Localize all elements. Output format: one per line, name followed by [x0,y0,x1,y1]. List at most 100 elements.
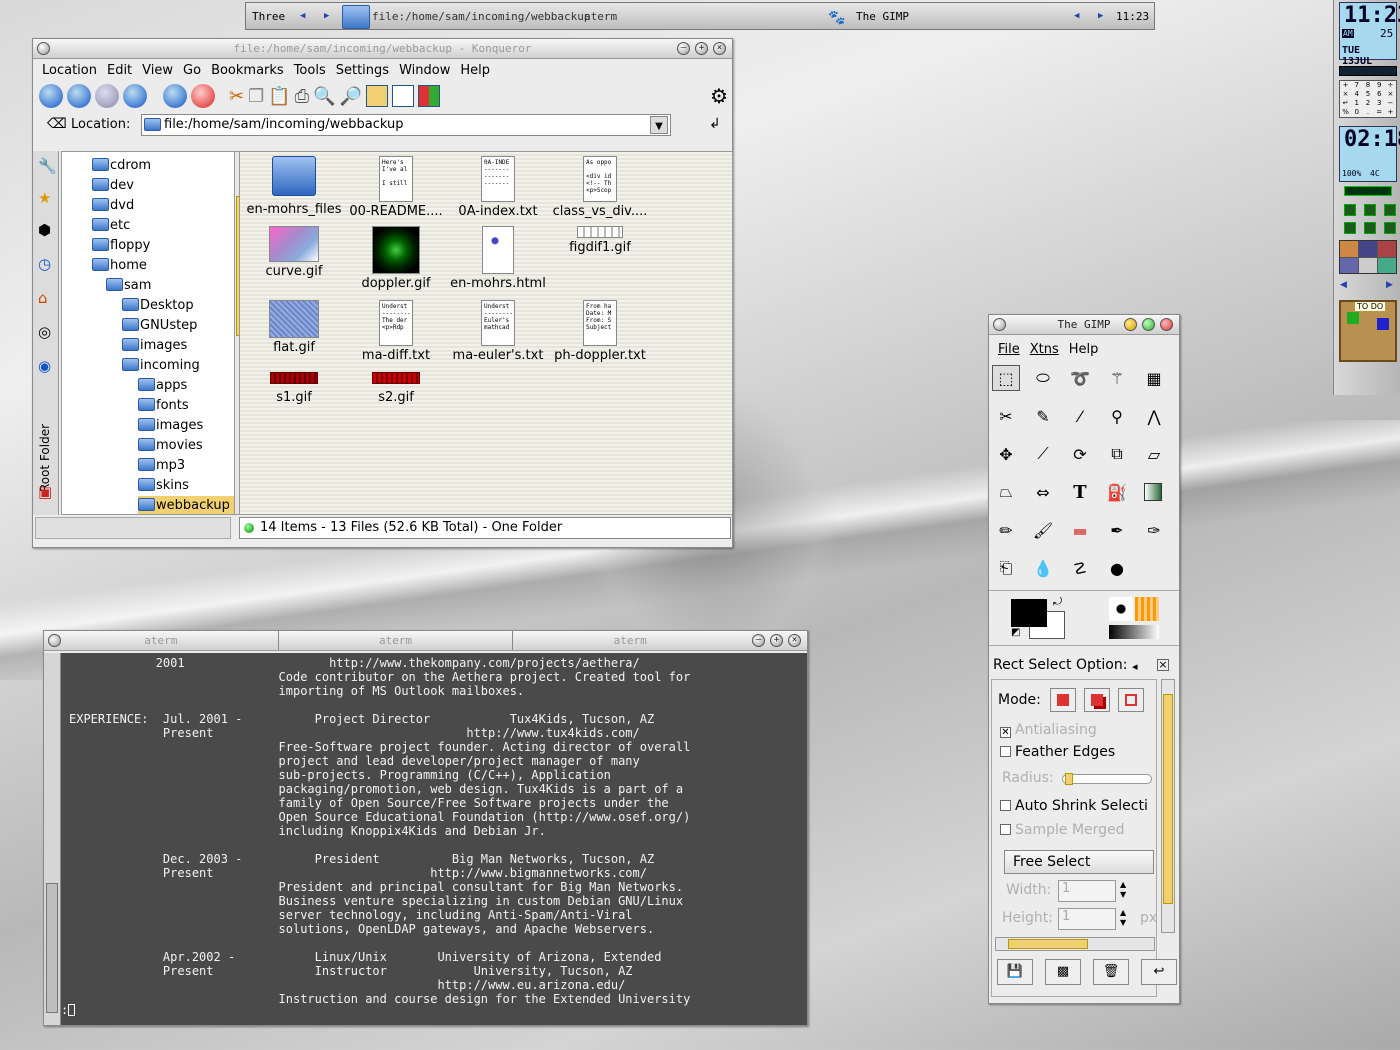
rotate-tool-icon[interactable]: ⟳ [1066,441,1094,467]
pattern-preview-icon[interactable] [1135,597,1159,621]
location-dropdown-icon[interactable]: ▼ [650,116,668,134]
bookmarks-star-icon[interactable]: ★ [38,189,51,207]
paste-icon[interactable]: 📋 [268,86,290,107]
gimp-menu-xtns[interactable]: Xtns [1030,342,1059,357]
smudge-tool-icon[interactable]: ☡ [1066,555,1094,581]
bucket-fill-tool-icon[interactable]: ⛽ [1103,479,1131,505]
gimp-titlebar[interactable]: The GIMP [989,315,1179,335]
desktop-name[interactable]: Three [252,10,285,23]
launcher-next-icon[interactable]: ▶ [1386,280,1393,290]
tree-item-movies[interactable]: movies [156,438,203,453]
airbrush-tool-icon[interactable]: ✒ [1103,517,1131,543]
dock-toggle-button[interactable] [1384,222,1396,234]
tree-item-gnustep[interactable]: GNUstep [140,318,197,333]
print-icon[interactable]: ⎙ [295,86,309,107]
launcher-icon[interactable] [1359,257,1377,273]
go-enter-icon[interactable]: ↲ [709,116,721,132]
ink-tool-icon[interactable]: ✑ [1140,517,1168,543]
dock-toggle-button[interactable] [1344,204,1356,216]
swap-colors-icon[interactable]: ⤾ [1053,595,1062,609]
file-item[interactable]: From ha Date: M From: S Subject ph-doppl… [548,300,652,363]
options-scrollbar-thumb[interactable] [1163,694,1173,904]
file-item[interactable]: 0A-INDE ------- ------- ------- 0A-index… [446,156,550,219]
launcher-icon[interactable] [1340,241,1358,257]
file-item[interactable]: Here's I've al I still 00-README.... [344,156,448,219]
menu-window[interactable]: Window [399,63,450,78]
file-item[interactable]: flat.gif [242,300,346,355]
maximize-icon[interactable]: + [770,634,783,647]
folder-task-icon[interactable] [342,5,370,29]
menu-settings[interactable]: Settings [336,63,389,78]
stop-icon[interactable] [191,84,215,108]
services-icon[interactable]: 🔧 [38,157,57,175]
home-folder-icon[interactable]: ⌂ [38,289,48,307]
launcher-prev-icon[interactable]: ◀ [1340,280,1347,290]
task-aterm[interactable]: aterm [584,10,617,23]
flip-tool-icon[interactable]: ⇔ [1029,479,1057,505]
tree-item-incoming[interactable]: incoming [140,358,200,373]
gradient-preview[interactable] [1109,625,1159,639]
options-menu-icon[interactable]: ◂ [1132,660,1138,673]
radius-slider-handle[interactable] [1065,773,1073,785]
terminal-scrollbar-thumb[interactable] [46,883,58,1013]
maximize-icon[interactable] [1142,318,1155,331]
clear-location-icon[interactable]: ⌫ [47,116,67,132]
prev-desktop-arrow-icon[interactable]: ◀ [300,11,305,21]
aterm-tab-1[interactable]: aterm [44,631,279,650]
menu-location[interactable]: Location [42,63,97,78]
cut-icon[interactable]: ✂ [229,86,244,107]
brush-pattern-gradient-area[interactable] [1109,597,1159,641]
fuzzy-select-wand-tool-icon[interactable]: ⚚ [1103,365,1131,391]
file-item[interactable]: en-mohrs_files [242,156,346,217]
options-hscrollbar[interactable] [995,937,1155,951]
file-item[interactable]: doppler.gif [344,226,448,291]
tree-item-images[interactable]: images [140,338,187,353]
up-arrow-icon[interactable] [39,84,63,108]
auto-shrink-checkbox[interactable]: Auto Shrink Selecti [1000,798,1148,814]
color-picker-tool-icon[interactable]: ⁄ [1066,403,1094,429]
devices-icon[interactable]: ⬢ [38,221,51,239]
menu-tools[interactable]: Tools [294,63,326,78]
task-next-arrow-icon[interactable]: ▶ [1098,11,1103,21]
file-item[interactable]: As oppo <div id <!-- Th <p>Scop class_vs… [548,156,652,219]
todo-dockapp[interactable]: TO DO [1339,300,1397,362]
tree-item-mp3[interactable]: mp3 [156,458,185,473]
window-menu-icon[interactable] [37,42,50,55]
gimp-menu-help[interactable]: Help [1069,342,1099,357]
magnify-tool-icon[interactable]: ⚲ [1103,403,1131,429]
measure-tool-icon[interactable]: ⋀ [1140,403,1168,429]
reset-options-icon[interactable]: ↩ [1141,959,1177,985]
height-input[interactable]: 1 [1058,908,1116,930]
minimize-icon[interactable] [1124,318,1137,331]
close-icon[interactable]: × [788,634,801,647]
eraser-tool-icon[interactable]: ▬ [1066,517,1094,543]
text-tool-icon[interactable]: T [1066,479,1094,505]
aterm-titlebar[interactable]: aterm aterm aterm – + × [44,631,807,651]
file-item[interactable]: en-mohrs.html [446,226,550,291]
menu-go[interactable]: Go [183,63,201,78]
reload-icon[interactable] [163,84,187,108]
width-input[interactable]: 1 [1058,880,1116,902]
terminal-scrollbar[interactable] [44,653,61,1025]
gimp-menu-file[interactable]: File [998,342,1020,357]
mode-add-button[interactable] [1084,688,1110,712]
dock-toggle-button[interactable] [1364,204,1376,216]
dock-toggle-button[interactable] [1344,222,1356,234]
rect-select-tool-icon[interactable]: ⬚ [992,365,1020,391]
scale-tool-icon[interactable]: ⧉ [1103,441,1131,467]
pencil-tool-icon[interactable]: ✏ [992,517,1020,543]
network-icon[interactable]: ◎ [38,323,51,341]
copy-icon[interactable]: ❐ [248,86,264,107]
menu-edit[interactable]: Edit [107,63,132,78]
minimize-icon[interactable]: – [752,634,765,647]
file-item[interactable]: s2.gif [344,372,448,405]
root-folder-tab[interactable]: Root Folder [38,424,52,492]
color-select-tool-icon[interactable]: ▦ [1140,365,1168,391]
tree-item-fonts[interactable]: fonts [156,398,189,413]
list-view-icon[interactable] [391,85,414,107]
radius-slider[interactable] [1062,773,1152,785]
brush-preview-icon[interactable] [1109,597,1133,621]
menu-bookmarks[interactable]: Bookmarks [211,63,284,78]
terminal-prompt[interactable]: : [61,1003,76,1017]
ellipse-select-tool-icon[interactable]: ⬭ [1029,365,1057,391]
